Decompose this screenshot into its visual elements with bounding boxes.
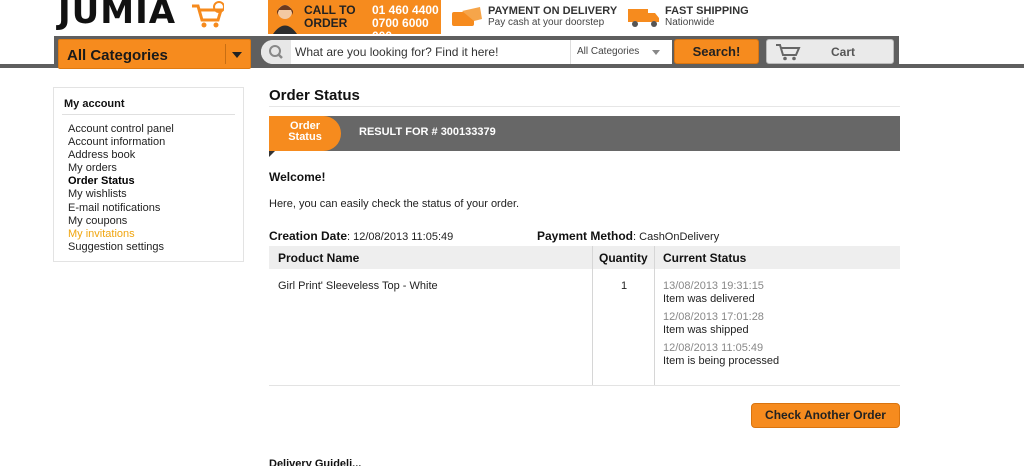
order-status-tab-label: Order Status: [288, 120, 322, 143]
sidebar-item-order-status[interactable]: Order Status: [68, 175, 174, 188]
welcome-heading: Welcome!: [269, 170, 326, 184]
agent-icon: [273, 5, 297, 34]
status-history: 13/08/2013 19:31:15 Item was delivered 1…: [663, 280, 779, 373]
logo-cart-icon: [192, 1, 224, 28]
search-button[interactable]: Search!: [674, 39, 759, 64]
promo-payment-title: PAYMENT ON DELIVERY: [488, 5, 618, 17]
status-entry: 12/08/2013 17:01:28 Item was shipped: [663, 311, 779, 337]
search-input[interactable]: [295, 43, 565, 61]
page-title: Order Status: [269, 87, 360, 104]
title-divider: [269, 106, 900, 107]
sidebar-item-my-orders[interactable]: My orders: [68, 162, 174, 175]
chevron-down-icon: [652, 50, 660, 55]
payment-method-label: Payment Method: [537, 229, 634, 243]
call-to-order-banner[interactable]: CALL TO ORDER 01 460 4400 0700 6000 000: [268, 0, 441, 34]
sidebar-menu: Account control panel Account informatio…: [68, 123, 174, 254]
status-timestamp: 12/08/2013 11:05:49: [663, 342, 764, 354]
promo-payment-subtitle: Pay cash at your doorstep: [488, 17, 605, 28]
table-header: Product Name Quantity Current Status: [269, 246, 900, 269]
sidebar-item-email-notifications[interactable]: E-mail notifications: [68, 202, 174, 215]
check-another-order-button[interactable]: Check Another Order: [751, 403, 900, 428]
sidebar-item-my-wishlists[interactable]: My wishlists: [68, 188, 174, 201]
promo-shipping: FAST SHIPPING Nationwide: [627, 5, 767, 31]
creation-date: Creation Date: 12/08/2013 11:05:49: [269, 229, 453, 243]
sidebar-item-account-information[interactable]: Account information: [68, 136, 174, 149]
sidebar-item-my-coupons[interactable]: My coupons: [68, 215, 174, 228]
sidebar-item-address-book[interactable]: Address book: [68, 149, 174, 162]
quantity-cell: 1: [621, 280, 628, 292]
sidebar-item-my-invitations[interactable]: My invitations: [68, 228, 174, 241]
truck-icon: [628, 9, 659, 27]
column-divider: [654, 246, 655, 385]
intro-text: Here, you can easily check the status of…: [269, 198, 520, 210]
sidebar-title: My account: [64, 98, 125, 110]
all-categories-dropdown[interactable]: All Categories: [58, 39, 251, 69]
status-message: Item was shipped: [663, 324, 749, 336]
payment-icon: [452, 7, 482, 26]
result-order-number: RESULT FOR # 300133379: [359, 126, 496, 138]
sidebar-item-account-control-panel[interactable]: Account control panel: [68, 123, 174, 136]
creation-date-label: Creation Date: [269, 229, 348, 243]
cart-label: Cart: [831, 45, 856, 59]
status-message: Item was delivered: [663, 293, 755, 305]
payment-method: Payment Method: CashOnDelivery: [537, 229, 719, 243]
header-product-name: Product Name: [278, 251, 360, 265]
status-entry: 12/08/2013 11:05:49 Item is being proces…: [663, 342, 779, 368]
site-logo[interactable]: JUMIA: [58, 0, 176, 32]
delivery-guidelines-heading: Delivery Guideli...: [269, 458, 362, 466]
search-icon-box: [261, 40, 291, 64]
search-icon: [269, 45, 283, 59]
call-label: CALL TO ORDER: [304, 3, 356, 30]
status-message: Item is being processed: [663, 355, 780, 367]
header-current-status: Current Status: [663, 251, 747, 265]
account-sidebar: My account Account control panel Account…: [53, 87, 244, 262]
order-status-tab: Order Status: [269, 116, 341, 151]
sidebar-divider: [62, 114, 235, 115]
chevron-down-icon: [232, 52, 242, 58]
column-divider: [592, 246, 593, 385]
search-bar: [261, 40, 570, 64]
promo-payment: PAYMENT ON DELIVERY Pay cash at your doo…: [450, 5, 620, 31]
sidebar-item-suggestion-settings[interactable]: Suggestion settings: [68, 241, 174, 254]
status-timestamp: 13/08/2013 19:31:15: [663, 280, 764, 292]
search-category-select[interactable]: All Categories: [570, 40, 672, 64]
cart-icon: [776, 44, 801, 61]
promo-shipping-subtitle: Nationwide: [665, 17, 715, 28]
header-quantity: Quantity: [599, 251, 648, 265]
dropdown-separator: [225, 44, 226, 64]
promo-shipping-title: FAST SHIPPING: [665, 5, 749, 17]
order-items-table: Product Name Quantity Current Status Gir…: [269, 246, 900, 386]
creation-date-value: : 12/08/2013 11:05:49: [347, 231, 454, 243]
status-timestamp: 12/08/2013 17:01:28: [663, 311, 764, 323]
product-name-cell: Girl Print' Sleeveless Top - White: [278, 280, 438, 292]
tab-fold-corner: [269, 151, 275, 157]
call-numbers: 01 460 4400 0700 6000 000: [372, 3, 439, 35]
status-entry: 13/08/2013 19:31:15 Item was delivered: [663, 280, 779, 306]
top-header: JUMIA CALL TO ORDER 01 460 4400 0700 600…: [0, 0, 1024, 36]
all-categories-label: All Categories: [67, 47, 168, 64]
cart-button[interactable]: Cart: [766, 39, 894, 64]
payment-method-value: : CashOnDelivery: [633, 231, 720, 243]
search-category-value: All Categories: [577, 46, 640, 57]
